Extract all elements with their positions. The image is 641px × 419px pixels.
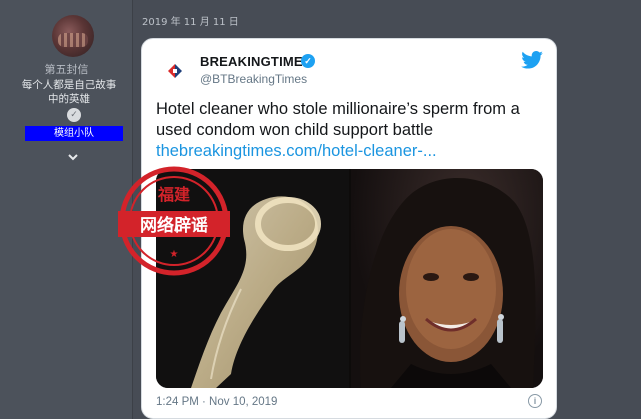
user-signature: 每个人都是自己故事中的英雄	[21, 79, 117, 105]
tweet-account-name[interactable]: BREAKINGTIMES	[200, 54, 312, 69]
stamp-band-text: 网络辟谣	[140, 215, 208, 236]
stamp-top-text: 福建	[157, 185, 190, 204]
rumor-refute-stamp: 福建 网络辟谣 ★	[118, 166, 230, 276]
username[interactable]: 第五封信	[0, 61, 133, 77]
breakingtimes-logo-icon	[165, 61, 185, 81]
info-icon[interactable]: i	[528, 394, 542, 408]
group-badge: 模组小队	[25, 126, 123, 141]
tweet-link[interactable]: thebreakingtimes.com/hotel-cleaner-...	[156, 141, 437, 162]
media-image-right	[351, 169, 543, 388]
tweet-text: Hotel cleaner who stole millionaire’s sp…	[156, 100, 520, 139]
svg-text:★: ★	[170, 249, 179, 260]
tweet-timestamp[interactable]: 1:24 PM · Nov 10, 2019	[156, 396, 277, 408]
chevron-down-icon[interactable]	[66, 150, 80, 164]
twitter-bird-icon[interactable]	[521, 51, 543, 69]
post-date: 2019 年 11 月 11 日	[142, 17, 239, 28]
user-profile-panel: 第五封信 每个人都是自己故事中的英雄 ✓ 模组小队	[0, 0, 133, 419]
avatar[interactable]	[52, 15, 94, 57]
rank-badge-icon: ✓	[67, 108, 81, 122]
verified-badge-icon: ✓	[301, 54, 315, 68]
tweet-handle[interactable]: @BTBreakingTimes	[200, 72, 307, 86]
